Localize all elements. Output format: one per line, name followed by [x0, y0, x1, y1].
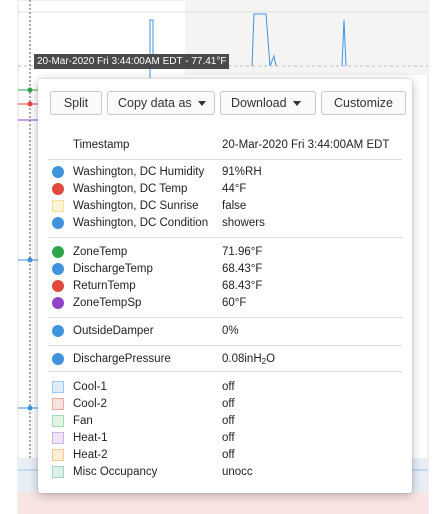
series-value: 0.08inH2O: [222, 353, 276, 366]
series-value: off: [222, 415, 235, 427]
series-label: Heat-2: [73, 449, 108, 461]
list-item: ReturnTemp 68.43°F: [38, 278, 412, 294]
list-item: Misc Occupancy unocc: [38, 464, 412, 480]
list-item: ZoneTempSp 60°F: [38, 295, 412, 311]
popup-toolbar: Split Copy data as Download Customize: [50, 91, 406, 115]
series-value: unocc: [222, 466, 253, 478]
download-label: Download: [231, 96, 287, 110]
series-swatch-icon: [52, 200, 64, 212]
timestamp-label: Timestamp: [73, 139, 130, 151]
series-label: ReturnTemp: [73, 280, 136, 292]
series-label: Heat-1: [73, 432, 108, 444]
list-item: Heat-2 off: [38, 447, 412, 463]
series-swatch-icon: [52, 353, 64, 365]
series-swatch-icon: [52, 325, 64, 337]
list-item: Washington, DC Humidity 91%RH: [38, 164, 412, 180]
series-swatch-icon: [52, 217, 64, 229]
series-value: 44°F: [222, 183, 247, 195]
series-label: Misc Occupancy: [73, 466, 158, 478]
timestamp-row: Timestamp 20-Mar-2020 Fri 3:44:00AM EDT: [38, 137, 412, 153]
series-label: Cool-1: [73, 381, 107, 393]
list-item: Cool-2 off: [38, 396, 412, 412]
list-item: Washington, DC Sunrise false: [38, 198, 412, 214]
series-label: Washington, DC Temp: [73, 183, 188, 195]
series-value: 91%RH: [222, 166, 262, 178]
series-label: DischargePressure: [73, 353, 171, 365]
split-button[interactable]: Split: [50, 91, 102, 115]
list-item: Cool-1 off: [38, 379, 412, 395]
series-value: 60°F: [222, 297, 247, 309]
series-swatch-icon: [52, 183, 64, 195]
series-value: off: [222, 398, 235, 410]
series-swatch-icon: [52, 449, 64, 461]
timestamp-value: 20-Mar-2020 Fri 3:44:00AM EDT: [222, 139, 390, 151]
series-label: Washington, DC Humidity: [73, 166, 205, 178]
list-item: Fan off: [38, 413, 412, 429]
customize-button[interactable]: Customize: [321, 91, 406, 115]
series-swatch-icon: [52, 398, 64, 410]
series-label: ZoneTempSp: [73, 297, 142, 309]
copy-data-as-button[interactable]: Copy data as: [107, 91, 215, 115]
series-swatch-icon: [52, 466, 64, 478]
series-value: 71.96°F: [222, 246, 263, 258]
divider: [48, 317, 402, 318]
series-swatch-icon: [52, 263, 64, 275]
series-value: false: [222, 200, 247, 212]
series-label: Cool-2: [73, 398, 107, 410]
series-value: off: [222, 449, 235, 461]
copy-label: Copy data as: [118, 96, 192, 110]
series-label: OutsideDamper: [73, 325, 154, 337]
series-value: off: [222, 381, 235, 393]
list-item: Heat-1 off: [38, 430, 412, 446]
split-label: Split: [63, 96, 89, 110]
series-swatch-icon: [52, 297, 64, 309]
series-value: off: [222, 432, 235, 444]
series-value: 68.43°F: [222, 280, 263, 292]
list-item: DischargeTemp 68.43°F: [38, 261, 412, 277]
data-popup: Split Copy data as Download Customize Ti…: [38, 79, 412, 493]
download-button[interactable]: Download: [220, 91, 316, 115]
series-swatch-icon: [52, 415, 64, 427]
series-value: 0%: [222, 325, 239, 337]
series-swatch-icon: [52, 246, 64, 258]
series-label: Fan: [73, 415, 93, 427]
series-value: showers: [222, 217, 265, 229]
chevron-down-icon: [292, 100, 301, 106]
list-item: Washington, DC Temp 44°F: [38, 181, 412, 197]
series-swatch-icon: [52, 166, 64, 178]
list-item: ZoneTemp 71.96°F: [38, 244, 412, 260]
list-item: Washington, DC Condition showers: [38, 215, 412, 231]
series-value: 68.43°F: [222, 263, 263, 275]
divider: [48, 371, 402, 372]
customize-label: Customize: [333, 96, 394, 110]
series-label: ZoneTemp: [73, 246, 128, 258]
series-swatch-icon: [52, 280, 64, 292]
divider: [48, 345, 402, 346]
list-item: OutsideDamper 0%: [38, 323, 412, 339]
series-swatch-icon: [52, 432, 64, 444]
list-item: DischargePressure 0.08inH2O: [38, 351, 412, 367]
series-label: DischargeTemp: [73, 263, 153, 275]
chevron-down-icon: [197, 100, 206, 106]
crosshair-readout: 20-Mar-2020 Fri 3:44:00AM EDT - 77.41°F: [34, 54, 230, 69]
divider: [48, 237, 402, 238]
series-swatch-icon: [52, 381, 64, 393]
series-label: Washington, DC Condition: [73, 217, 209, 229]
series-label: Washington, DC Sunrise: [73, 200, 199, 212]
divider: [48, 159, 402, 160]
